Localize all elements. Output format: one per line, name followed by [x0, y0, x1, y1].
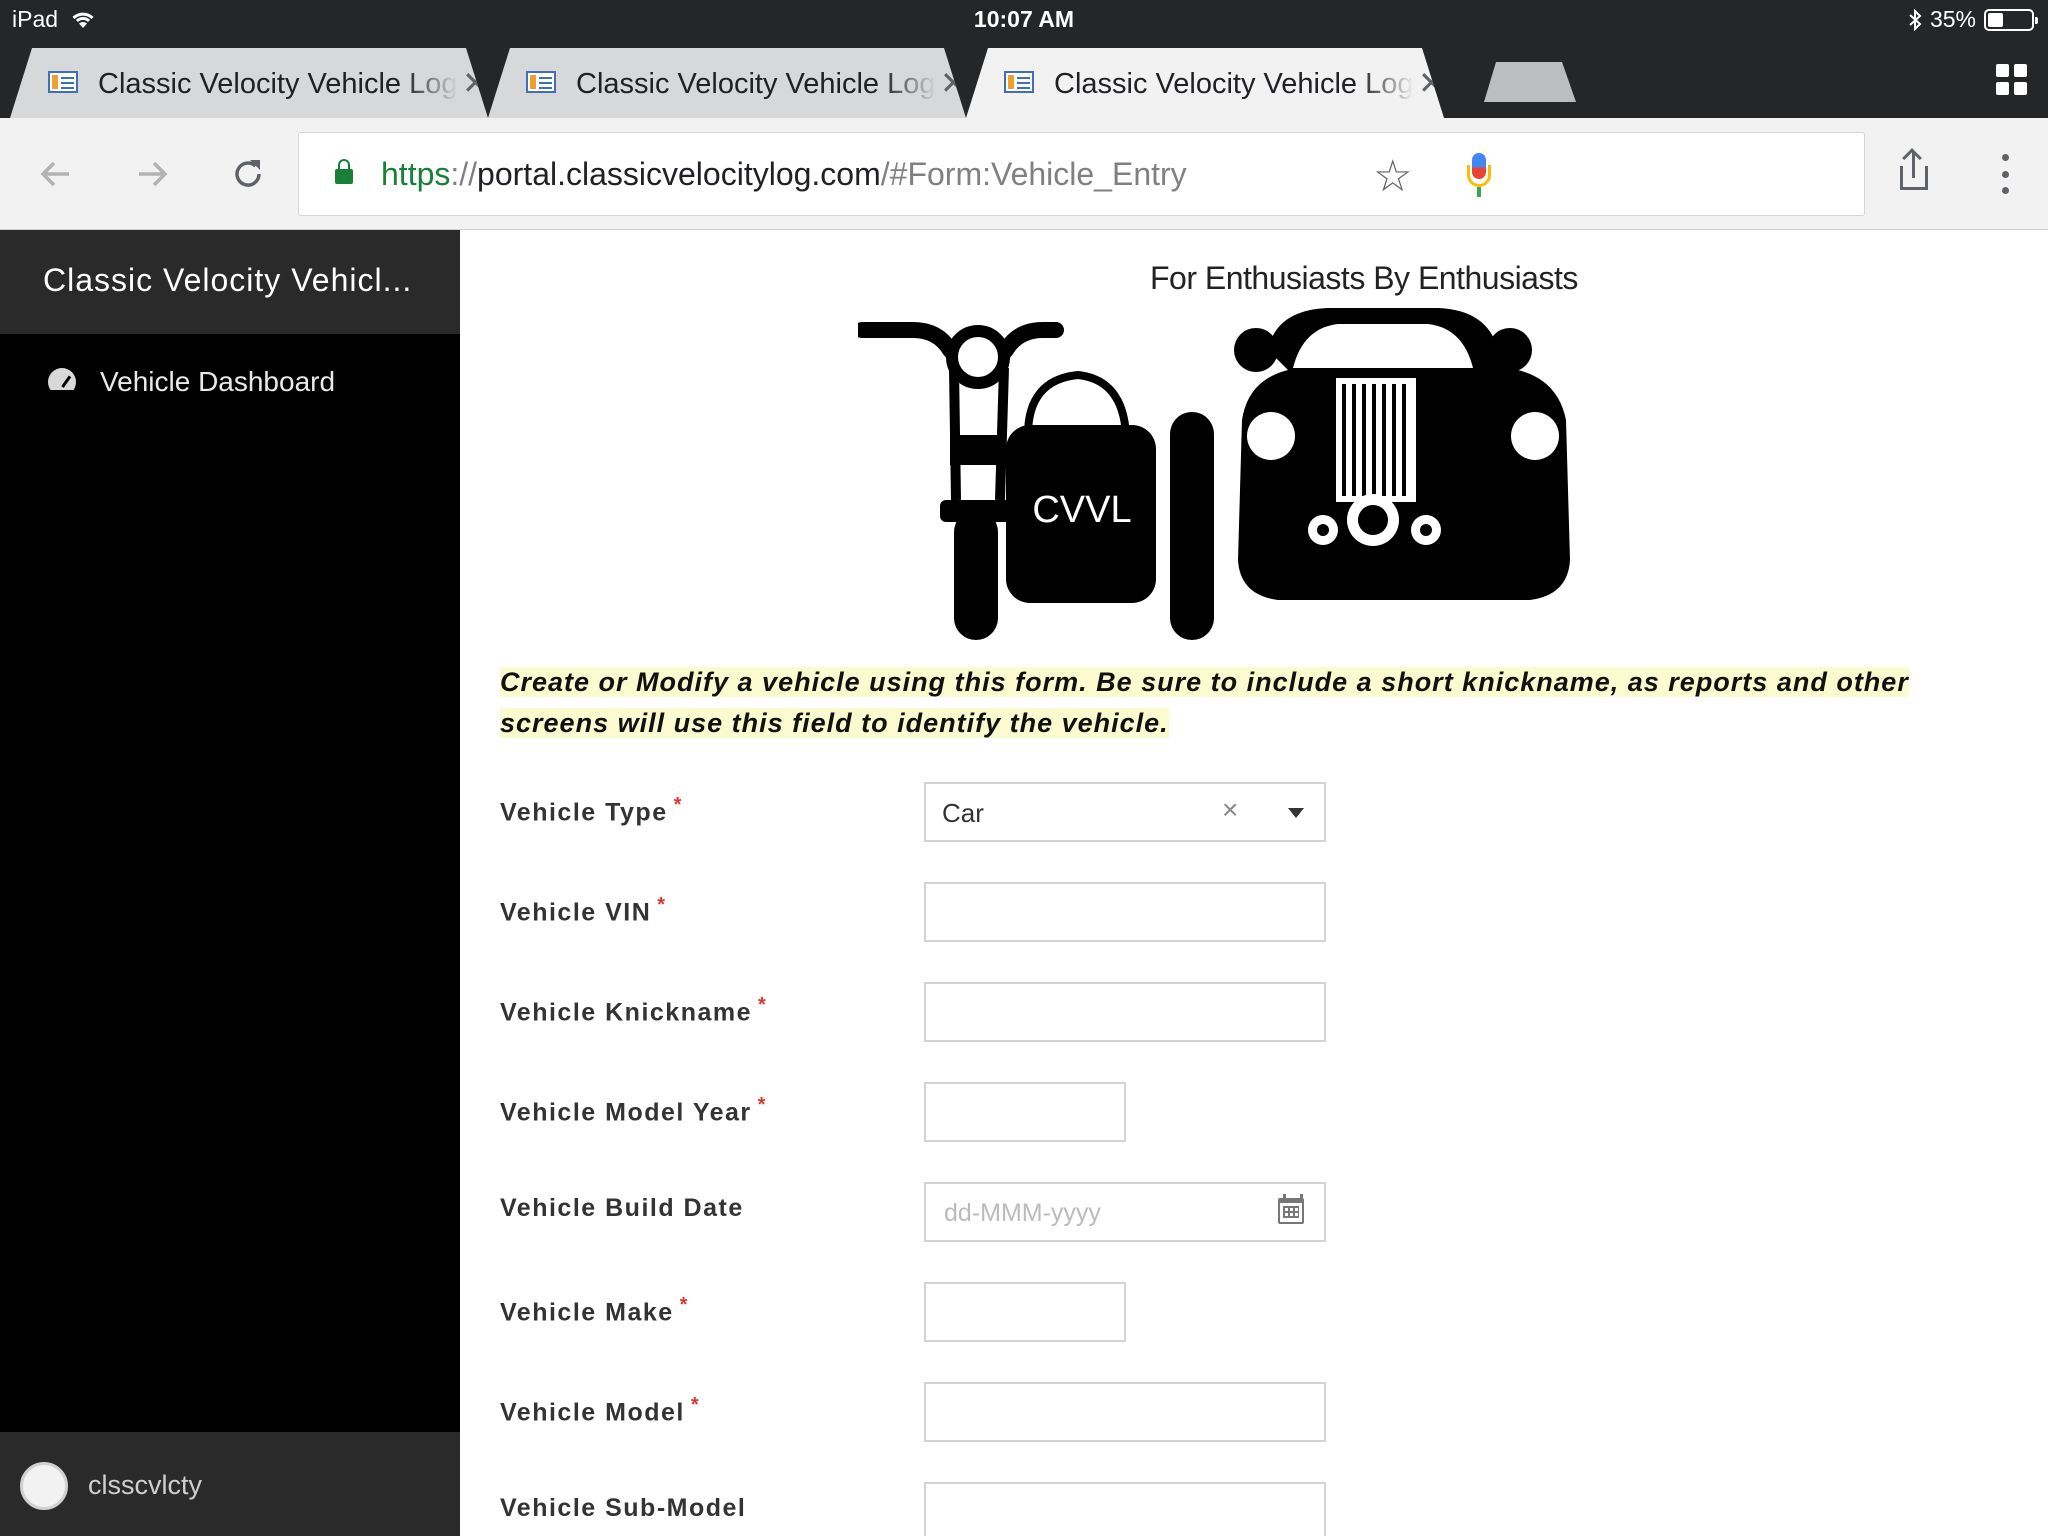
arrow-left-icon — [40, 161, 69, 187]
vehicle-vin-input[interactable] — [924, 882, 1326, 942]
main-content: CVVL For Enthusiasts By Enthusiasts Crea… — [460, 230, 2048, 1536]
tab-title: Classic Velocity Vehicle Log — [576, 68, 936, 100]
tab-title: Classic Velocity Vehicle Log — [1054, 68, 1414, 100]
browser-tab-active[interactable]: Classic Velocity Vehicle Log ✕ — [966, 48, 1444, 118]
field-label: Vehicle Knickname * — [500, 994, 768, 1027]
vehicle-knickname-input[interactable] — [924, 982, 1326, 1042]
browser-toolbar: https://portal.classicvelocitylog.com/#F… — [0, 118, 2048, 230]
vehicle-build-date-input[interactable]: dd-MMM-yyyy — [924, 1182, 1326, 1242]
address-bar[interactable]: https://portal.classicvelocitylog.com/#F… — [298, 132, 1865, 216]
close-tab-icon[interactable]: ✕ — [1418, 64, 1444, 102]
more-menu-icon[interactable] — [1990, 154, 2020, 194]
status-time: 10:07 AM — [973, 6, 1075, 32]
required-marker: * — [673, 794, 683, 816]
form-row-vehicle-build-date: Vehicle Build Date dd-MMM-yyyy — [500, 1182, 1800, 1242]
vehicle-type-select[interactable]: Car × — [924, 782, 1326, 842]
avatar — [20, 1462, 68, 1510]
form-instructions: Create or Modify a vehicle using this fo… — [500, 667, 1909, 738]
required-marker: * — [690, 1394, 701, 1416]
select-value: Car — [942, 798, 984, 828]
url-text[interactable]: https://portal.classicvelocitylog.com/#F… — [381, 156, 1187, 193]
site-favicon-icon — [1004, 71, 1034, 93]
site-favicon-icon — [48, 71, 78, 93]
field-label: Vehicle Make * — [500, 1294, 689, 1327]
site-favicon-icon — [526, 71, 556, 93]
cvvl-logo: CVVL — [858, 308, 1570, 640]
dashboard-gauge-icon — [48, 368, 76, 390]
date-placeholder: dd-MMM-yyyy — [944, 1199, 1101, 1227]
field-label: Vehicle Sub-Model — [500, 1494, 747, 1522]
sidebar: Classic Velocity Vehicl... Vehicle Dashb… — [0, 230, 460, 1536]
field-label: Vehicle Type * — [500, 794, 683, 827]
required-marker: * — [657, 894, 667, 916]
vehicle-model-year-input[interactable] — [924, 1082, 1126, 1142]
forward-button[interactable] — [126, 148, 178, 200]
user-profile[interactable]: clsscvlcty — [0, 1432, 460, 1536]
reload-button[interactable] — [222, 148, 274, 200]
required-marker: * — [757, 1094, 767, 1116]
field-label: Vehicle Model * — [500, 1394, 701, 1427]
logo-text: CVVL — [1032, 489, 1131, 531]
tab-strip: Classic Velocity Vehicle Log ✕ Classic V… — [0, 40, 2048, 118]
vehicle-model-input[interactable] — [924, 1382, 1326, 1442]
form-row-vehicle-make: Vehicle Make * — [500, 1282, 1800, 1342]
username: clsscvlcty — [88, 1470, 202, 1500]
app-title[interactable]: Classic Velocity Vehicl... — [0, 230, 460, 334]
field-label: Vehicle Build Date — [500, 1194, 744, 1222]
form-row-vehicle-model-year: Vehicle Model Year * — [500, 1082, 1800, 1142]
status-bar: iPad 10:07 AM 35% — [0, 0, 2048, 40]
browser-tab[interactable]: Classic Velocity Vehicle Log ✕ — [488, 48, 966, 118]
required-marker: * — [679, 1294, 689, 1316]
back-button[interactable] — [30, 148, 82, 200]
tagline: For Enthusiasts By Enthusiasts — [1150, 260, 1578, 296]
close-tab-icon[interactable]: ✕ — [462, 64, 488, 102]
new-tab-button[interactable] — [1484, 62, 1576, 102]
sidebar-item-vehicle-dashboard[interactable]: Vehicle Dashboard — [0, 350, 460, 414]
chevron-down-icon[interactable] — [1288, 808, 1304, 818]
tab-switcher-icon[interactable] — [1996, 64, 2028, 96]
lock-icon — [335, 159, 353, 184]
close-tab-icon[interactable]: ✕ — [940, 64, 966, 102]
form-row-vehicle-knickname: Vehicle Knickname * — [500, 982, 1800, 1042]
microphone-icon[interactable] — [1467, 153, 1491, 199]
arrow-right-icon — [139, 161, 168, 187]
field-label: Vehicle VIN * — [500, 894, 667, 927]
share-icon[interactable] — [1896, 148, 1936, 200]
battery-percent: 35% — [1929, 6, 1976, 32]
reload-icon — [235, 160, 261, 187]
clear-selection-icon[interactable]: × — [1222, 794, 1238, 826]
tab-title: Classic Velocity Vehicle Log — [98, 68, 458, 100]
vehicle-sub-model-input[interactable] — [924, 1482, 1326, 1536]
field-label: Vehicle Model Year * — [500, 1094, 767, 1127]
required-marker: * — [758, 994, 768, 1016]
sidebar-item-label: Vehicle Dashboard — [100, 366, 336, 397]
form-row-vehicle-type: Vehicle Type * Car × — [500, 782, 1800, 842]
bookmark-star-icon[interactable]: ☆ — [1373, 151, 1412, 202]
battery-icon — [1984, 8, 2038, 31]
browser-tab[interactable]: Classic Velocity Vehicle Log ✕ — [10, 48, 488, 118]
form-row-vehicle-vin: Vehicle VIN * — [500, 882, 1800, 942]
vehicle-make-input[interactable] — [924, 1282, 1126, 1342]
bluetooth-icon — [1909, 8, 1922, 31]
form-row-vehicle-model: Vehicle Model * — [500, 1382, 1800, 1442]
form-row-vehicle-sub-model: Vehicle Sub-Model — [500, 1482, 1800, 1536]
calendar-icon[interactable] — [1278, 1194, 1304, 1224]
